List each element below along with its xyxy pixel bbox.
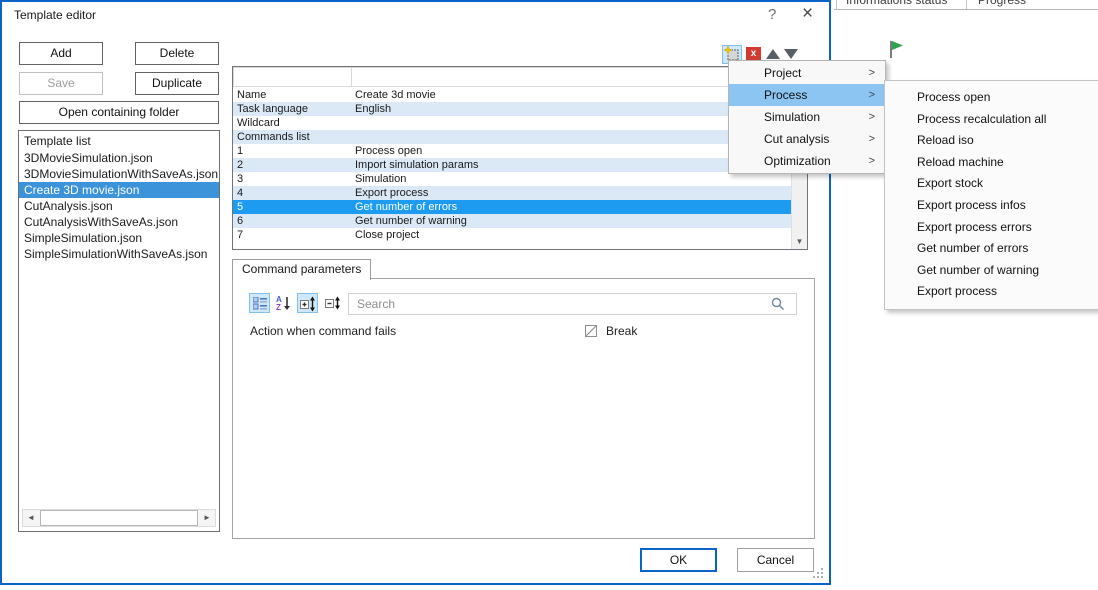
menu-item[interactable]: Cut analysis >: [729, 128, 885, 150]
search-input[interactable]: [348, 293, 797, 315]
delete-command-button[interactable]: x: [746, 47, 761, 61]
scroll-right-icon[interactable]: ►: [199, 510, 215, 526]
submenu-arrow-icon: >: [869, 84, 875, 106]
property-value: Break: [606, 324, 637, 338]
duplicate-button[interactable]: Duplicate: [135, 72, 219, 95]
delete-button[interactable]: Delete: [135, 42, 219, 65]
close-icon[interactable]: ×: [802, 3, 813, 25]
categorized-view-icon[interactable]: [249, 293, 270, 313]
list-item[interactable]: SimpleSimulation.json: [19, 230, 219, 246]
add-button[interactable]: Add: [19, 42, 103, 65]
sort-alphabetical-icon[interactable]: A Z: [273, 293, 294, 313]
background-column-header: Informations status Progress: [834, 0, 1098, 10]
command-parameters-panel: A Z: [232, 278, 815, 539]
menu-item[interactable]: Simulation >: [729, 106, 885, 128]
menu-item[interactable]: Export process infos: [885, 195, 1098, 217]
ok-button[interactable]: OK: [640, 548, 717, 572]
open-containing-folder-button[interactable]: Open containing folder: [19, 101, 219, 124]
submenu-arrow-icon: >: [869, 62, 875, 84]
table-row[interactable]: Wildcard: [233, 116, 792, 130]
menu-item[interactable]: Process recalculation all: [885, 109, 1098, 131]
table-row[interactable]: Name Create 3d movie: [233, 88, 792, 102]
list-item[interactable]: 3DMovieSimulation.json: [19, 150, 219, 166]
break-checkbox-icon[interactable]: [585, 325, 597, 337]
submenu-arrow-icon: >: [869, 128, 875, 150]
commands-table: Name Create 3d movie Task language Engli…: [232, 66, 808, 250]
menu-item[interactable]: Get number of errors: [885, 238, 1098, 260]
template-list-items: 3DMovieSimulation.json3DMovieSimulationW…: [19, 150, 219, 262]
background-col-informations-status: Informations status: [846, 0, 947, 7]
property-label: Action when command fails: [250, 324, 396, 338]
table-row[interactable]: 7 Close project: [233, 228, 792, 242]
menu-item[interactable]: Project >: [729, 62, 885, 84]
menu-item[interactable]: Process >: [729, 84, 885, 106]
menu-item[interactable]: Reload machine: [885, 152, 1098, 174]
table-row[interactable]: 4 Export process: [233, 186, 792, 200]
property-row[interactable]: Action when command fails Break: [233, 321, 814, 341]
table-row[interactable]: 6 Get number of warning: [233, 214, 792, 228]
submenu-arrow-icon: >: [869, 106, 875, 128]
svg-text:Z: Z: [276, 303, 281, 311]
scrollbar-thumb[interactable]: [40, 510, 198, 526]
list-item[interactable]: SimpleSimulationWithSaveAs.json: [19, 246, 219, 262]
menu-item[interactable]: Process open: [885, 87, 1098, 109]
table-row[interactable]: Commands list: [233, 130, 792, 144]
collapse-all-icon[interactable]: [322, 293, 343, 313]
dialog-title: Template editor: [14, 8, 96, 22]
horizontal-scrollbar[interactable]: ◄ ►: [22, 509, 216, 527]
move-down-button[interactable]: [784, 49, 798, 59]
submenu-arrow-icon: >: [869, 150, 875, 172]
table-body: Name Create 3d movie Task language Engli…: [233, 88, 792, 249]
menu-item[interactable]: Reload iso: [885, 130, 1098, 152]
table-row[interactable]: 5 Get number of errors: [233, 200, 792, 214]
template-list-header: Template list: [19, 131, 219, 150]
save-button[interactable]: Save: [19, 72, 103, 95]
list-item[interactable]: CutAnalysis.json: [19, 198, 219, 214]
expand-all-icon[interactable]: [297, 293, 318, 313]
table-row[interactable]: Task language English: [233, 102, 792, 116]
resize-grip[interactable]: [812, 566, 824, 578]
list-item[interactable]: CutAnalysisWithSaveAs.json: [19, 214, 219, 230]
process-submenu: Process openProcess recalculation allRel…: [884, 80, 1098, 310]
table-row[interactable]: 1 Process open: [233, 144, 792, 158]
table-row[interactable]: 3 Simulation: [233, 172, 792, 186]
scroll-left-icon[interactable]: ◄: [23, 510, 39, 526]
list-item[interactable]: Create 3D movie.json: [19, 182, 219, 198]
menu-item[interactable]: Export process: [885, 281, 1098, 303]
move-up-button[interactable]: [766, 49, 780, 59]
list-item[interactable]: 3DMovieSimulationWithSaveAs.json: [19, 166, 219, 182]
green-flag-icon: [888, 40, 906, 59]
table-row[interactable]: 2 Import simulation params: [233, 158, 792, 172]
menu-item[interactable]: Export stock: [885, 173, 1098, 195]
table-header-key[interactable]: [233, 67, 351, 87]
background-col-progress: Progress: [978, 0, 1026, 7]
help-icon[interactable]: ?: [768, 6, 776, 23]
command-category-menu: Project > Process > Simulation > Cut ana…: [728, 60, 886, 174]
menu-item[interactable]: Get number of warning: [885, 260, 1098, 282]
menu-item[interactable]: Optimization >: [729, 150, 885, 172]
template-editor-dialog: Template editor ? × Add Delete Save Dupl…: [0, 0, 831, 585]
table-header-row: [233, 67, 807, 87]
column-divider: [836, 0, 837, 9]
template-list: Template list 3DMovieSimulation.json3DMo…: [18, 130, 220, 532]
column-divider: [966, 0, 967, 9]
tab-command-parameters[interactable]: Command parameters: [232, 259, 371, 280]
search-icon: [771, 297, 785, 311]
cancel-button[interactable]: Cancel: [737, 548, 814, 572]
scroll-down-icon[interactable]: ▼: [792, 234, 807, 249]
menu-item[interactable]: Export process errors: [885, 217, 1098, 239]
